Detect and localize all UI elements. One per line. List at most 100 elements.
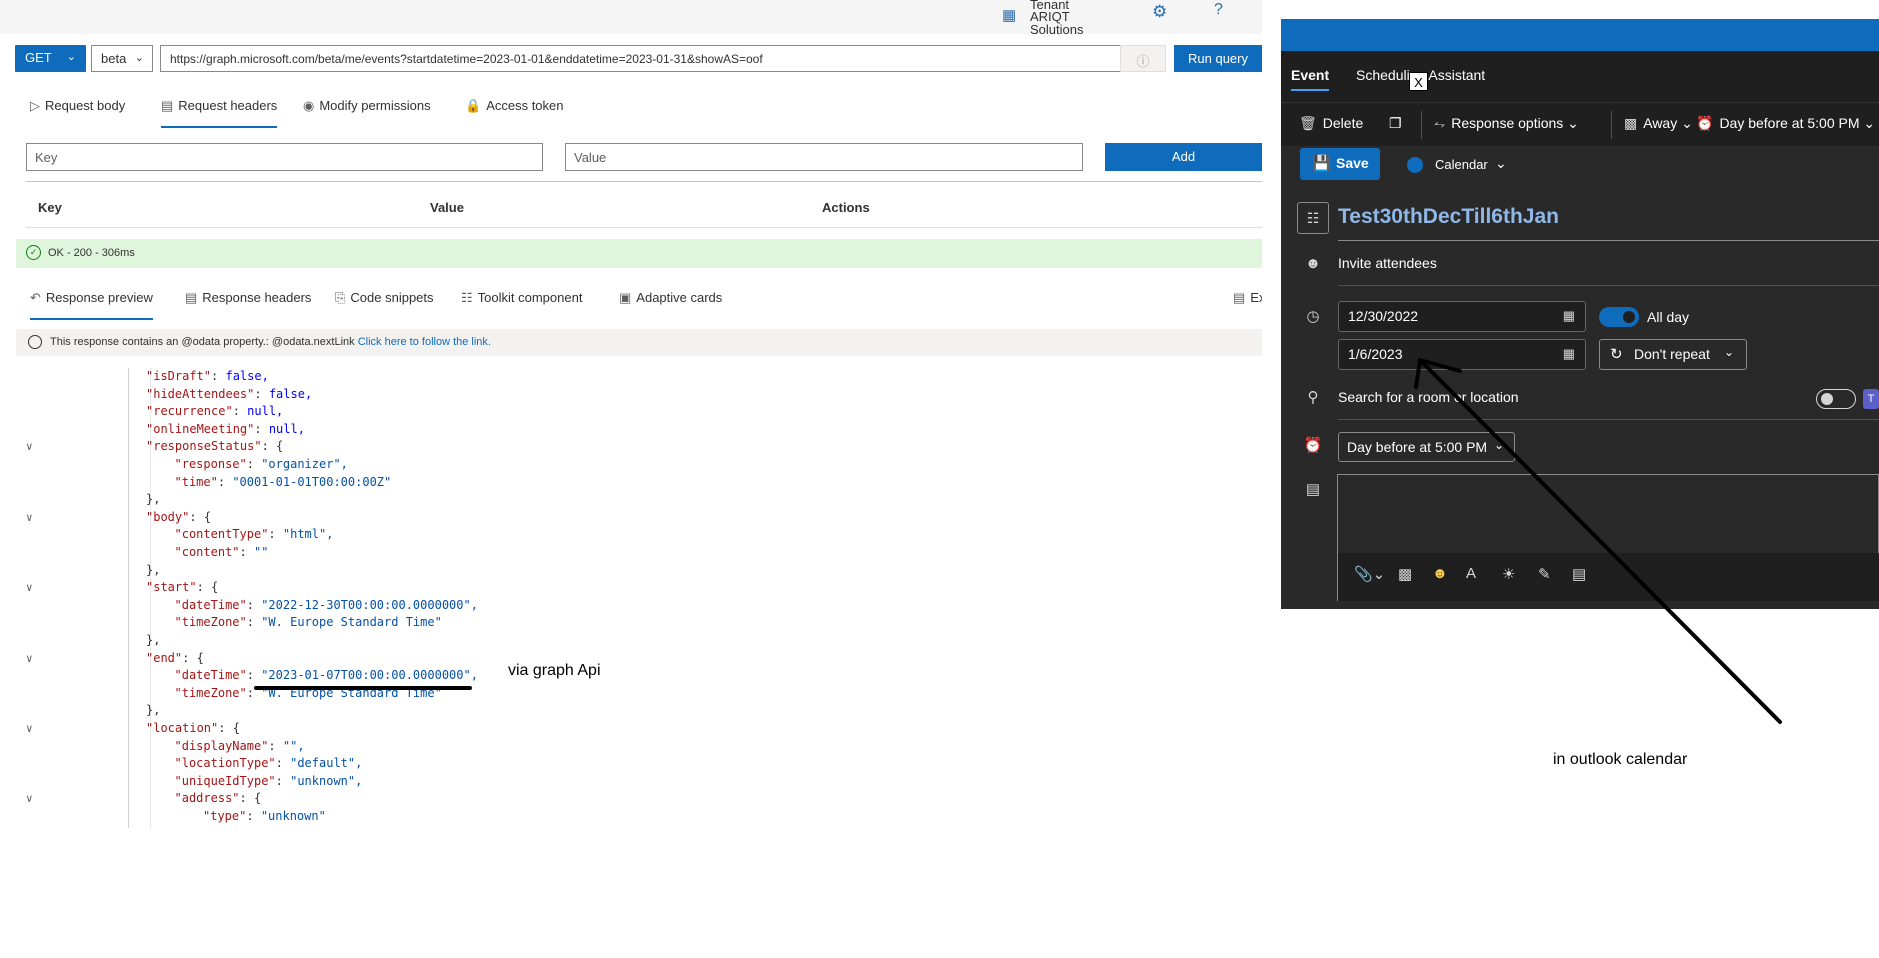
start-date-input[interactable]: 12/30/2022 ▦	[1338, 301, 1586, 332]
fold-chevron-icon[interactable]: ∨	[26, 650, 33, 668]
response-options-label: Response options	[1451, 115, 1564, 131]
repeat-dropdown[interactable]: ↻ Don't repeat ⌄	[1599, 339, 1747, 370]
event-title[interactable]: Test30thDecTill6thJan	[1338, 205, 1559, 229]
close-icon[interactable]: X	[1409, 72, 1428, 91]
show-as-label: Away	[1643, 115, 1678, 131]
all-day-toggle[interactable]	[1599, 307, 1639, 327]
tab-access-token[interactable]: 🔒 Access token	[465, 98, 564, 128]
reminder-dropdown[interactable]: Day before at 5:00 PM ⌄	[1338, 432, 1515, 462]
invite-attendees-input[interactable]: Invite attendees	[1338, 255, 1437, 271]
start-date-value: 12/30/2022	[1348, 308, 1419, 324]
code-text: "dateTime": "2023-01-07T00:00:00.0000000…	[175, 667, 478, 685]
add-header-button[interactable]: Add	[1105, 143, 1262, 171]
fold-chevron-icon[interactable]: ∨	[26, 790, 33, 808]
divider	[1338, 419, 1879, 420]
json-key: "type"	[203, 809, 247, 823]
code-text: "responseStatus": {	[146, 438, 283, 456]
tab-response-headers[interactable]: ▤ Response headers	[185, 290, 311, 320]
reminder-label: Day before at 5:00 PM	[1719, 115, 1860, 131]
code-text: },	[146, 632, 160, 650]
json-colon: :	[246, 668, 262, 683]
reminder-button[interactable]: ⏰ Day before at 5:00 PM ⌄	[1696, 115, 1875, 132]
trash-icon: 🗑	[1299, 115, 1317, 131]
json-value: {	[232, 721, 240, 735]
tab-toolkit-component[interactable]: ☷ Toolkit component	[461, 290, 582, 320]
location-input[interactable]: Search for a room or location	[1338, 389, 1519, 405]
fold-chevron-icon[interactable]: ∨	[26, 509, 33, 527]
info-icon[interactable]: ⓘ	[1120, 45, 1166, 72]
tab-request-body[interactable]: ▷ Request body	[30, 98, 125, 128]
method-dropdown[interactable]: GET ⌄	[15, 45, 86, 72]
show-as-button[interactable]: ▩ Away ⌄	[1624, 115, 1693, 132]
draw-icon[interactable]: ✎	[1538, 565, 1551, 583]
response-options-button[interactable]: ⥊ Response options ⌄	[1434, 115, 1579, 132]
next-link[interactable]: Click here to follow the link.	[358, 336, 491, 348]
chevron-down-icon: ⌄	[134, 52, 144, 64]
header-key-input[interactable]: Key	[26, 143, 543, 171]
save-button[interactable]: 💾 Save	[1300, 148, 1380, 180]
tenant-name: ARIQT Solutions	[1030, 9, 1084, 37]
tab-event[interactable]: Event	[1291, 67, 1330, 91]
tab-label: Response headers	[202, 290, 312, 305]
json-value: null,	[247, 404, 284, 419]
run-query-button[interactable]: Run query	[1174, 45, 1262, 72]
code-text: "timeZone": "W. Europe Standard Time"	[175, 685, 442, 703]
form-icon[interactable]: ▤	[1572, 565, 1586, 583]
code-text: "location": {	[146, 720, 240, 738]
json-value: "unknown"	[260, 809, 326, 823]
gear-icon[interactable]: ⚙	[1152, 2, 1167, 22]
divider	[1338, 285, 1879, 286]
tab-code-snippets[interactable]: ⎘ Code snippets	[335, 290, 434, 320]
tab-expand[interactable]: ▤ Ex	[1233, 290, 1262, 320]
end-date-input[interactable]: 1/6/2023 ▦	[1338, 339, 1586, 370]
chevron-down-icon[interactable]: ⌄	[1495, 155, 1507, 172]
tab-request-headers[interactable]: ▤ Request headers	[161, 98, 278, 128]
outlook-toolbar: 🗑 Delete ❐ ⥊ Response options ⌄ ▩ Away ⌄ ⏰ D…	[1281, 102, 1879, 146]
brightness-icon[interactable]: ☀	[1502, 565, 1515, 583]
attach-icon[interactable]: 📎⌄	[1354, 565, 1385, 583]
location-icon: ⚲	[1307, 389, 1319, 406]
fold-chevron-icon[interactable]: ∨	[26, 720, 33, 738]
response-json-viewer[interactable]: "isDraft": false, "hideAttendees": false,…	[16, 368, 1262, 828]
annotation-outlook: in outlook calendar	[1553, 751, 1688, 768]
fold-chevron-icon[interactable]: ∨	[26, 579, 33, 597]
calendar-selector[interactable]: Calendar	[1435, 157, 1488, 172]
copy-icon[interactable]: ❐	[1389, 115, 1402, 132]
json-key: "isDraft"	[146, 369, 212, 383]
tab-adaptive-cards[interactable]: ▣ Adaptive cards	[619, 290, 722, 320]
help-icon[interactable]: ?	[1214, 1, 1223, 19]
tab-response-preview[interactable]: ↶ Response preview	[30, 290, 153, 320]
delete-button[interactable]: 🗑 Delete	[1299, 115, 1363, 132]
image-icon[interactable]: ▩	[1398, 565, 1412, 583]
text-highlight-icon[interactable]: A	[1466, 565, 1476, 582]
repeat-icon: ↻	[1610, 346, 1623, 363]
response-tabs: ↶ Response preview ▤ Response headers ⎘ Cod…	[30, 290, 1262, 320]
json-key: "contentType"	[174, 527, 269, 542]
tab-label: Request body	[45, 98, 126, 113]
json-colon: :	[246, 615, 262, 630]
header-value-input[interactable]: Value	[565, 143, 1083, 171]
json-colon: :	[254, 386, 269, 401]
json-colon: :	[189, 509, 204, 524]
emoji-icon[interactable]: ☻	[1432, 565, 1448, 582]
code-text: "isDraft": false,	[146, 368, 269, 386]
url-input[interactable]: https://graph.microsoft.com/beta/me/even…	[160, 45, 1122, 72]
tenant-info[interactable]: ▦ Tenant ARIQT Solutions	[1002, 0, 1142, 37]
annotation-graph: via graph Api	[508, 662, 601, 679]
json-colon: :	[211, 369, 226, 383]
status-bar: ✓ OK - 200 - 306ms	[16, 239, 1262, 268]
teams-meeting-toggle[interactable]	[1816, 389, 1856, 409]
code-text: "start": {	[146, 579, 218, 597]
tab-modify-permissions[interactable]: ◉ Modify permissions	[303, 98, 431, 128]
json-value: "2023-01-07T00:00:00.0000000",	[261, 668, 478, 683]
code-text: },	[146, 491, 160, 509]
calendar-icon[interactable]: ▦	[1563, 308, 1575, 324]
category-icon[interactable]: ☷	[1297, 202, 1329, 234]
calendar-icon[interactable]: ▦	[1563, 346, 1575, 362]
event-body-editor[interactable]: 📎⌄ ▩ ☻ A ☀ ✎ ▤	[1337, 474, 1879, 601]
toolbar-separator	[1421, 111, 1422, 139]
fold-chevron-icon[interactable]: ∨	[26, 438, 33, 456]
version-label: beta	[101, 51, 127, 66]
version-dropdown[interactable]: beta ⌄	[91, 45, 153, 72]
json-key: "locationType"	[174, 756, 276, 771]
